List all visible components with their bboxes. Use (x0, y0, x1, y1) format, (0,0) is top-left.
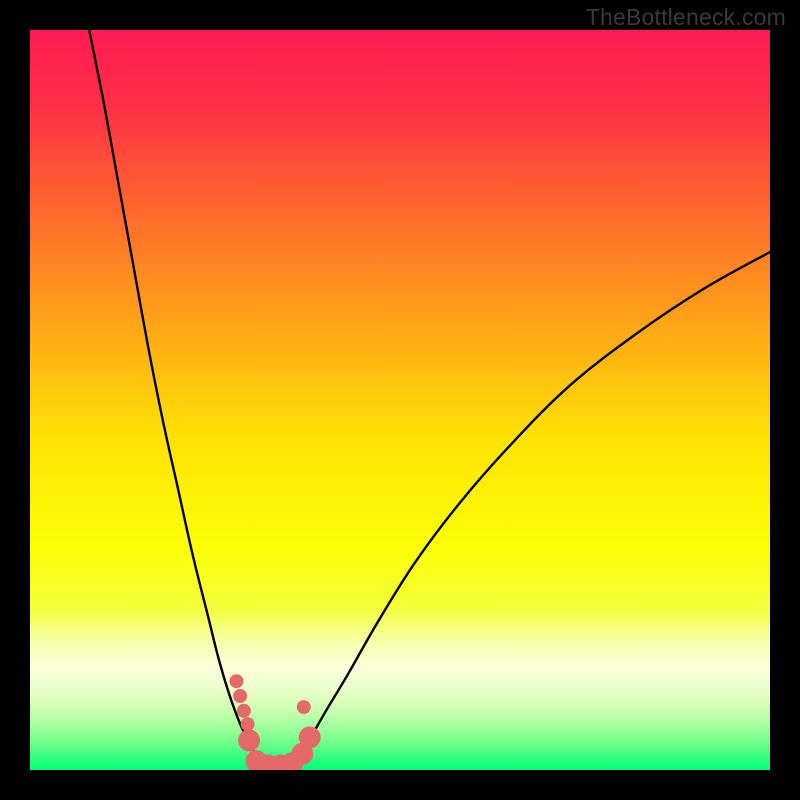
plot-area (30, 30, 770, 770)
highlight-dot (238, 729, 260, 751)
series-left-branch (89, 30, 267, 766)
curve-layer (30, 30, 770, 770)
highlight-dots (229, 674, 320, 770)
highlight-dot (297, 700, 311, 714)
highlight-dot (241, 717, 255, 731)
highlight-dot (299, 726, 321, 748)
watermark-text: TheBottleneck.com (586, 4, 786, 31)
highlight-dot (237, 704, 251, 718)
highlight-dot (229, 674, 243, 688)
series-right-branch (289, 252, 770, 766)
chart-frame: TheBottleneck.com (0, 0, 800, 800)
highlight-dot (233, 689, 247, 703)
